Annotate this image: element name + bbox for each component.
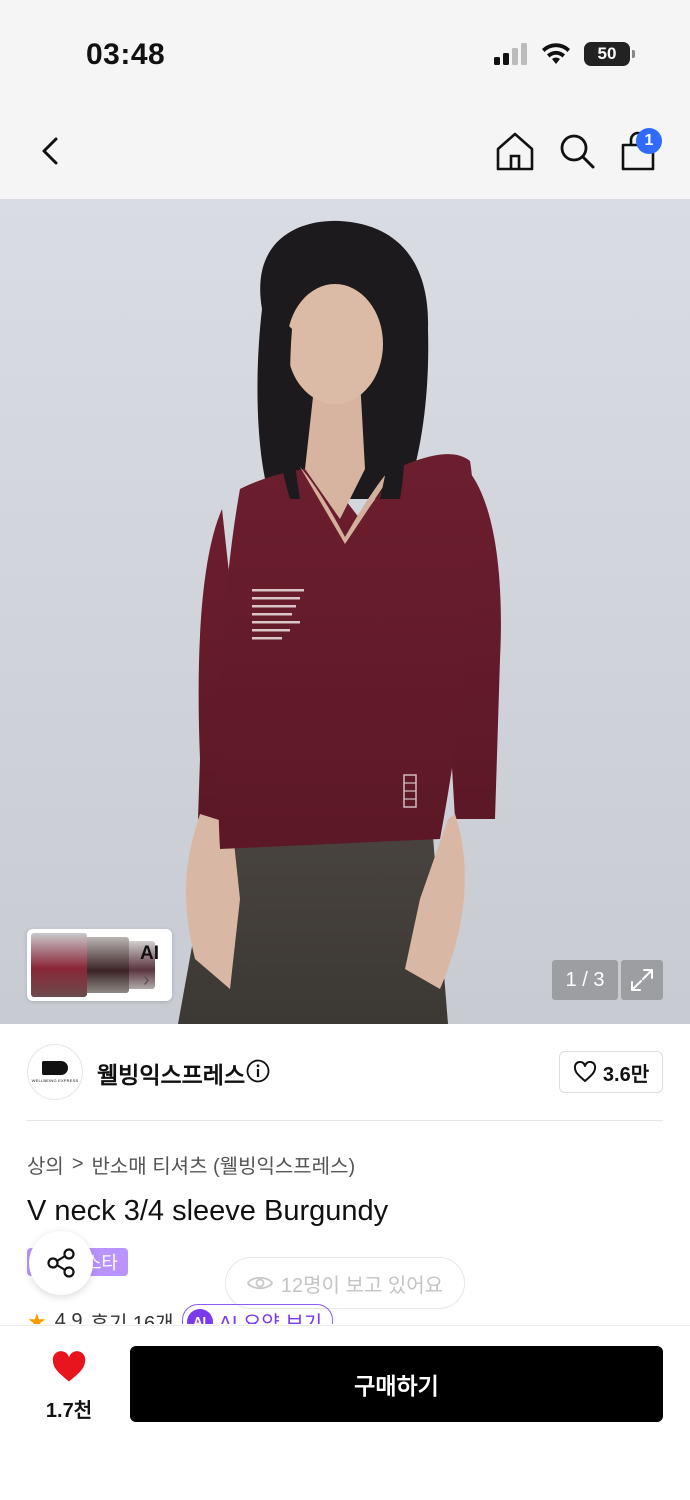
heart-filled-icon xyxy=(52,1351,86,1382)
status-bar: 03:48 50 xyxy=(0,0,690,105)
cart-count-badge: 1 xyxy=(636,128,662,154)
rating-row: ★ 4.9 후기 16개 AI AI 요약 보기 xyxy=(27,1302,663,1324)
model-photo xyxy=(178,220,501,1024)
brand-name[interactable]: 웰빙익스프레스 xyxy=(97,1056,245,1090)
viewers-text: 12명이 보고 있어요 xyxy=(280,1274,444,1297)
product-title: V neck 3/4 sleeve Burgundy xyxy=(27,1195,389,1227)
share-button[interactable] xyxy=(29,1231,93,1295)
search-icon[interactable] xyxy=(556,129,598,173)
star-icon: ★ xyxy=(27,1308,47,1325)
wifi-icon xyxy=(542,43,570,64)
brand-row: WELLBEING EXPRESS 웰빙익스프레스 3.6만 xyxy=(27,1044,663,1100)
brand-logo-text: WELLBEING EXPRESS xyxy=(31,1078,79,1083)
signal-icon xyxy=(494,43,527,65)
brand-logo-mark xyxy=(42,1061,68,1075)
status-icons: 50 xyxy=(494,42,635,66)
ai-label: AI xyxy=(140,943,159,964)
ai-similar-products-button[interactable]: AI › xyxy=(27,929,172,1001)
ai-summary-label: AI 요약 보기 xyxy=(218,1313,323,1324)
divider xyxy=(27,1120,663,1121)
home-icon[interactable] xyxy=(494,129,536,173)
product-image[interactable] xyxy=(0,199,690,1024)
rating-value: 4.9 xyxy=(54,1310,83,1324)
nav-bar xyxy=(0,105,690,199)
share-icon xyxy=(47,1248,75,1278)
brand-logo[interactable]: WELLBEING EXPRESS xyxy=(27,1044,83,1100)
review-count-link[interactable]: 후기 16개 xyxy=(91,1307,174,1324)
battery-indicator: 50 xyxy=(584,42,635,66)
brand-like-button[interactable]: 3.6만 xyxy=(559,1051,663,1093)
breadcrumb-subcategory[interactable]: 반소매 티셔츠 (웰빙익스프레스) xyxy=(92,1150,356,1179)
heart-outline-icon xyxy=(573,1061,596,1082)
buy-button[interactable]: 구매하기 xyxy=(130,1346,663,1422)
breadcrumb-category[interactable]: 상의 xyxy=(27,1150,64,1179)
ai-summary-button[interactable]: AI AI 요약 보기 xyxy=(181,1304,334,1324)
status-time: 03:48 xyxy=(86,38,166,71)
wishlist-count: 1.7천 xyxy=(45,1400,93,1422)
thumbnail-image xyxy=(31,933,87,997)
bottom-action-bar: 1.7천 구매하기 xyxy=(0,1325,690,1500)
expand-image-button[interactable] xyxy=(621,960,663,1000)
chevron-right-icon: › xyxy=(143,969,150,991)
expand-icon xyxy=(631,969,653,991)
eye-icon xyxy=(246,1276,273,1290)
breadcrumb: 상의 > 반소매 티셔츠 (웰빙익스프레스) xyxy=(27,1150,355,1179)
back-arrow-icon[interactable] xyxy=(32,131,72,171)
image-page-indicator: 1 / 3 xyxy=(552,960,618,1000)
info-icon[interactable] xyxy=(246,1059,270,1083)
ai-badge-icon: AI xyxy=(186,1308,213,1324)
wishlist-button[interactable]: 1.7천 xyxy=(38,1351,100,1423)
brand-like-count: 3.6만 xyxy=(602,1063,650,1086)
breadcrumb-separator: > xyxy=(71,1153,84,1175)
